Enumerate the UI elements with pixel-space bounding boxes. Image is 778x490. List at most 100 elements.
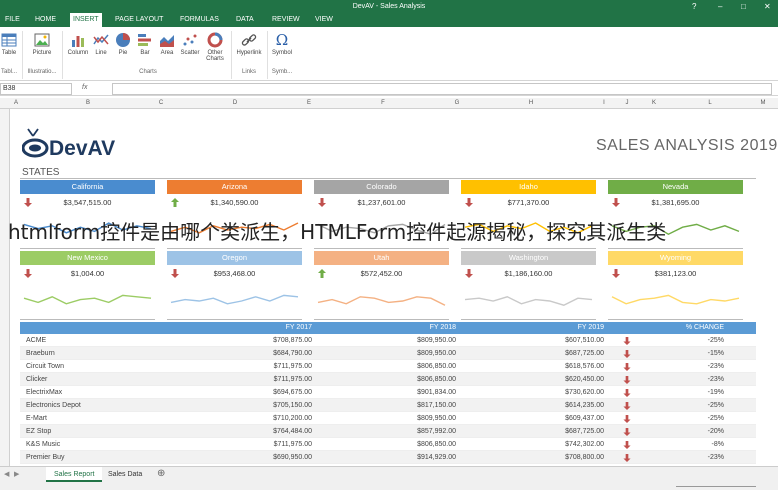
change-cell: -25%	[707, 415, 724, 422]
arrow-down-icon	[623, 350, 631, 358]
ribbon-separator	[62, 31, 63, 79]
column-header[interactable]: K	[644, 98, 664, 109]
donut-chart-icon	[207, 32, 223, 48]
fy2019-cell: $618,576.00	[565, 363, 604, 370]
company-cell: K&S Music	[26, 441, 61, 448]
state-card-name: Washington	[461, 251, 596, 265]
sparkline	[611, 294, 740, 305]
tab-scroll-left-icon[interactable]: ◀	[4, 470, 9, 478]
line-chart-button[interactable]: Line	[91, 32, 111, 56]
column-header[interactable]: C	[154, 98, 168, 109]
group-links-label: Links	[241, 69, 256, 75]
formula-bar: B38 fx	[0, 82, 778, 96]
bar-chart-button[interactable]: Bar	[135, 32, 155, 56]
fy2017-cell: $705,150.00	[273, 402, 312, 409]
menu-data[interactable]: DATA	[233, 13, 257, 27]
logo-text: DevAV	[49, 137, 115, 160]
fy2019-cell: $687,725.00	[565, 350, 604, 357]
table-row[interactable]: ACME $708,875.00 $809,950.00 $607,510.00 -25…	[20, 334, 756, 347]
picture-button[interactable]: Picture	[28, 32, 56, 56]
state-card-value: $381,123.00	[608, 265, 743, 283]
card-baseline	[608, 319, 743, 320]
fy2018-cell: $914,929.00	[417, 454, 456, 461]
table-button[interactable]: Table	[0, 32, 18, 56]
column-chart-button[interactable]: Column	[66, 32, 90, 56]
help-icon[interactable]: ?	[692, 0, 696, 13]
table-row[interactable]: ElectrixMax $694,675.00 $901,834.00 $730,62…	[20, 386, 756, 399]
state-card-value: $953,468.00	[167, 265, 302, 283]
column-header[interactable]: A	[10, 98, 22, 109]
menu-page-layout[interactable]: PAGE LAYOUT	[112, 13, 166, 27]
arrow-down-icon	[623, 415, 631, 423]
other-charts-button[interactable]: Other Charts	[203, 32, 227, 62]
fy2017-cell: $711,975.00	[273, 441, 312, 448]
table-row[interactable]: Braeburn $684,790.00 $809,950.00 $687,725.0…	[20, 347, 756, 360]
maximize-icon[interactable]: □	[741, 0, 746, 13]
sparkline	[23, 294, 152, 305]
menu-home[interactable]: HOME	[32, 13, 59, 27]
state-card-value: $1,381,695.00	[608, 194, 743, 212]
column-header[interactable]: M	[756, 98, 770, 109]
name-box[interactable]: B38	[0, 83, 72, 95]
company-cell: Circuit Town	[26, 363, 64, 370]
menu-file[interactable]: FILE	[2, 13, 23, 27]
minimize-icon[interactable]: –	[718, 0, 722, 13]
state-card-name: Colorado	[314, 180, 449, 194]
zoom-slider[interactable]	[676, 486, 756, 487]
column-header[interactable]: L	[664, 98, 756, 109]
row-headers[interactable]	[0, 109, 10, 466]
column-header[interactable]: D	[168, 98, 302, 109]
arrow-down-icon	[612, 198, 620, 207]
formula-input[interactable]	[112, 83, 772, 95]
company-cell: E-Mart	[26, 415, 47, 422]
fy2018-cell: $809,950.00	[417, 337, 456, 344]
card-baseline	[314, 319, 449, 320]
state-card-value: $1,340,590.00	[167, 194, 302, 212]
hyperlink-button[interactable]: Hyperlink	[234, 32, 264, 56]
table-row[interactable]: EZ Stop $764,484.00 $857,992.00 $687,725.00…	[20, 425, 756, 438]
tab-sales-data[interactable]: Sales Data	[100, 467, 150, 482]
change-cell: -8%	[711, 441, 724, 448]
table-row[interactable]: K&S Music $711,975.00 $806,850.00 $742,302.…	[20, 438, 756, 451]
card-baseline	[20, 319, 155, 320]
pie-chart-button[interactable]: Pie	[113, 32, 133, 56]
tab-scroll-right-icon[interactable]: ▶	[14, 470, 19, 478]
column-header[interactable]: F	[316, 98, 450, 109]
state-card-name: Utah	[314, 251, 449, 265]
column-header[interactable]: B	[22, 98, 154, 109]
scatter-chart-button[interactable]: Scatter	[178, 32, 202, 56]
area-chart-button[interactable]: Area	[157, 32, 177, 56]
company-cell: Braeburn	[26, 350, 55, 357]
card-baseline	[314, 248, 449, 249]
column-header[interactable]: J	[610, 98, 644, 109]
card-baseline	[461, 248, 596, 249]
arrow-down-icon	[24, 269, 32, 278]
column-header[interactable]: H	[464, 98, 598, 109]
menu-review[interactable]: REVIEW	[269, 13, 303, 27]
group-charts-label: Charts	[139, 69, 157, 75]
ribbon: Table Picture Column Line Pie Bar Area S…	[0, 27, 778, 81]
state-card-name: Nevada	[608, 180, 743, 194]
table-row[interactable]: Circuit Town $711,975.00 $806,850.00 $618,5…	[20, 360, 756, 373]
table-row[interactable]: Clicker $711,975.00 $806,850.00 $620,450.00…	[20, 373, 756, 386]
arrow-down-icon	[465, 198, 473, 207]
menu-view[interactable]: VIEW	[312, 13, 336, 27]
table-row[interactable]: Premier Buy $690,950.00 $914,929.00 $708,80…	[20, 451, 756, 464]
table-header-row: FY 2017 FY 2018 FY 2019 % CHANGE	[20, 322, 756, 334]
table-row[interactable]: Electronics Depot $705,150.00 $817,150.00 $…	[20, 399, 756, 412]
column-header[interactable]: G	[450, 98, 464, 109]
close-icon[interactable]: ✕	[764, 0, 771, 13]
company-cell: Clicker	[26, 376, 48, 383]
tab-sales-report[interactable]: Sales Report	[46, 467, 103, 482]
menu-formulas[interactable]: FORMULAS	[177, 13, 222, 27]
menu-insert[interactable]: INSERT	[70, 13, 102, 27]
add-sheet-icon[interactable]: ⊕	[157, 468, 165, 479]
table-row[interactable]: E-Mart $710,200.00 $809,950.00 $609,437.00 -…	[20, 412, 756, 425]
group-symbols-label: Symb...	[271, 69, 293, 75]
fx-icon[interactable]: fx	[82, 84, 87, 91]
fy2018-cell: $809,950.00	[417, 415, 456, 422]
symbol-button[interactable]: Ω Symbol	[270, 32, 294, 56]
column-header[interactable]: E	[302, 98, 316, 109]
company-cell: ElectrixMax	[26, 389, 63, 396]
column-header[interactable]: I	[598, 98, 610, 109]
